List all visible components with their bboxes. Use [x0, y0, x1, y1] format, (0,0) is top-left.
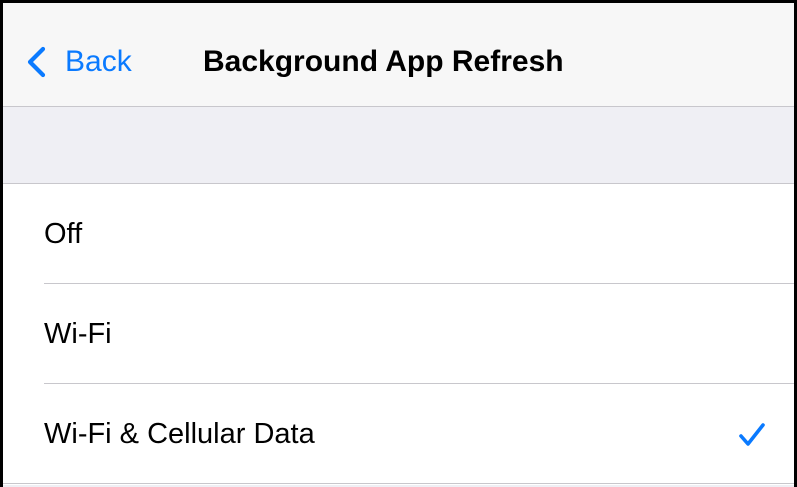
back-button[interactable]: Back	[25, 39, 132, 85]
option-wifi[interactable]: Wi-Fi	[3, 284, 794, 384]
option-off[interactable]: Off	[3, 184, 794, 284]
row-separator	[3, 483, 794, 484]
option-wifi-cellular[interactable]: Wi-Fi & Cellular Data	[3, 384, 794, 484]
option-label: Wi-Fi	[44, 318, 112, 350]
option-label: Off	[44, 218, 83, 250]
refresh-options-list: Off Wi-Fi Wi-Fi & Cellular Data	[3, 184, 794, 484]
back-label: Back	[65, 45, 132, 78]
chevron-left-icon	[25, 46, 47, 78]
checkmark-icon	[737, 420, 767, 450]
option-label: Wi-Fi & Cellular Data	[44, 418, 315, 450]
page-title: Background App Refresh	[203, 45, 564, 78]
navigation-bar: Back Background App Refresh	[3, 3, 794, 107]
section-header-spacer	[3, 107, 794, 184]
